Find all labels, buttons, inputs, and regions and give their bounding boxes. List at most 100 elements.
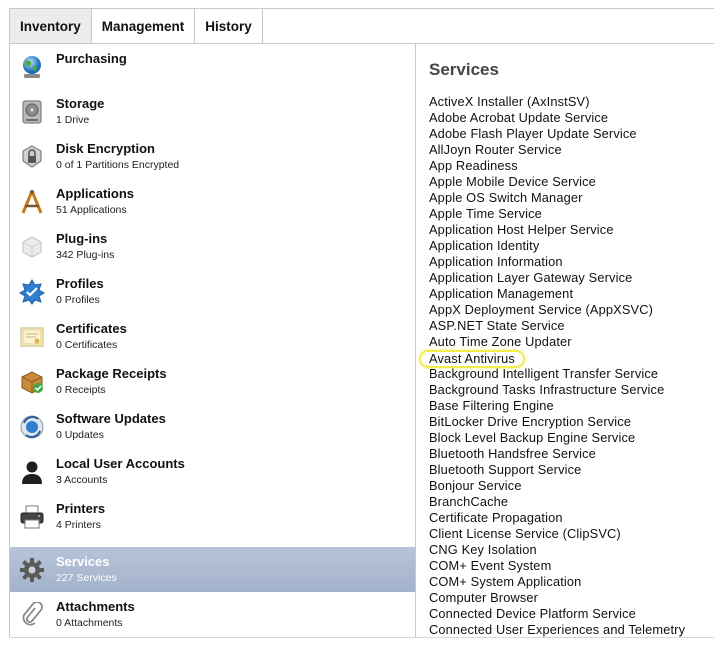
sidebar-item-subtitle: 342 Plug-ins	[56, 249, 115, 261]
sidebar-item-plug-ins[interactable]: Plug-ins 342 Plug-ins	[10, 224, 415, 269]
list-item[interactable]: Adobe Acrobat Update Service	[429, 110, 685, 126]
service-name: BitLocker Drive Encryption Service	[429, 414, 632, 429]
service-name: Base Filtering Engine	[429, 398, 554, 413]
profile-badge-icon	[19, 279, 45, 305]
list-item[interactable]: CNG Key Isolation	[429, 542, 685, 558]
service-name: Client License Service (ClipSVC)	[429, 526, 621, 541]
sidebar-item-title: Attachments	[56, 599, 135, 614]
sidebar-item-printers[interactable]: Printers 4 Printers	[10, 494, 415, 539]
sidebar-item-purchasing[interactable]: Purchasing	[10, 44, 415, 89]
list-item-highlighted[interactable]: Avast Antivirus	[419, 350, 685, 368]
inventory-sidebar: Purchasing Storage 1 Drive Disk Encrypti…	[10, 44, 416, 637]
sidebar-item-profiles[interactable]: Profiles 0 Profiles	[10, 269, 415, 314]
software-update-icon	[20, 415, 44, 439]
sidebar-item-title: Printers	[56, 501, 106, 516]
service-name: COM+ System Application	[429, 574, 582, 589]
list-item[interactable]: Background Intelligent Transfer Service	[429, 366, 685, 382]
sidebar-item-subtitle: 0 Updates	[56, 429, 104, 441]
sidebar-item-title: Certificates	[56, 321, 127, 336]
tab-inventory[interactable]: Inventory	[10, 9, 92, 43]
list-item[interactable]: Bluetooth Handsfree Service	[429, 446, 685, 462]
sidebar-item-package-receipts[interactable]: Package Receipts 0 Receipts	[10, 359, 415, 404]
page-title: Services	[429, 60, 499, 79]
service-name: Application Management	[429, 286, 574, 301]
service-name: Application Layer Gateway Service	[429, 270, 633, 285]
service-name: Block Level Backup Engine Service	[429, 430, 636, 445]
list-item[interactable]: Certificate Propagation	[429, 510, 685, 526]
service-name: Connected Device Platform Service	[429, 606, 636, 621]
service-name: Bluetooth Support Service	[429, 462, 582, 477]
service-name: App Readiness	[429, 158, 518, 173]
service-name: Apple Mobile Device Service	[429, 174, 596, 189]
list-item[interactable]: BitLocker Drive Encryption Service	[429, 414, 685, 430]
list-item[interactable]: Block Level Backup Engine Service	[429, 430, 685, 446]
list-item[interactable]: Client License Service (ClipSVC)	[429, 526, 685, 542]
sidebar-item-title: Services	[56, 554, 110, 569]
sidebar-item-subtitle: 227 Services	[56, 572, 117, 584]
service-name: COM+ Event System	[429, 558, 552, 573]
list-item[interactable]: Application Information	[429, 254, 685, 270]
list-item[interactable]: ActiveX Installer (AxInstSV)	[429, 94, 685, 110]
user-icon	[22, 461, 42, 484]
services-pane: Services ActiveX Installer (AxInstSV) Ado…	[416, 44, 714, 637]
tab-management[interactable]: Management	[92, 9, 196, 43]
lock-icon	[22, 145, 42, 168]
hard-drive-icon	[22, 100, 42, 124]
service-name: Auto Time Zone Updater	[429, 334, 572, 349]
list-item[interactable]: Application Layer Gateway Service	[429, 270, 685, 286]
sidebar-item-certificates[interactable]: Certificates 0 Certificates	[10, 314, 415, 359]
sidebar-item-software-updates[interactable]: Software Updates 0 Updates	[10, 404, 415, 449]
sidebar-item-storage[interactable]: Storage 1 Drive	[10, 89, 415, 134]
service-name: Bluetooth Handsfree Service	[429, 446, 596, 461]
list-item[interactable]: Connected User Experiences and Telemetry	[429, 622, 685, 637]
list-item[interactable]: App Readiness	[429, 158, 685, 174]
service-name: BranchCache	[429, 494, 509, 509]
list-item[interactable]: Background Tasks Infrastructure Service	[429, 382, 685, 398]
sidebar-item-title: Storage	[56, 96, 105, 111]
sidebar-item-title: Local User Accounts	[56, 456, 185, 471]
service-name: Apple OS Switch Manager	[429, 190, 583, 205]
list-item[interactable]: Connected Device Platform Service	[429, 606, 685, 622]
list-item[interactable]: Auto Time Zone Updater	[429, 334, 685, 350]
service-name: Bonjour Service	[429, 478, 522, 493]
sidebar-item-title: Software Updates	[56, 411, 166, 426]
sidebar-item-subtitle: 1 Drive	[56, 114, 90, 126]
service-name: Certificate Propagation	[429, 510, 563, 525]
sidebar-item-subtitle: 0 Attachments	[56, 617, 123, 629]
service-name: ASP.NET State Service	[429, 318, 565, 333]
list-item[interactable]: COM+ Event System	[429, 558, 685, 574]
list-item[interactable]: Application Host Helper Service	[429, 222, 685, 238]
list-item[interactable]: AllJoyn Router Service	[429, 142, 685, 158]
service-name: ActiveX Installer (AxInstSV)	[429, 94, 590, 109]
list-item[interactable]: Base Filtering Engine	[429, 398, 685, 414]
list-item[interactable]: Bonjour Service	[429, 478, 685, 494]
service-name: AllJoyn Router Service	[429, 142, 562, 157]
list-item[interactable]: Bluetooth Support Service	[429, 462, 685, 478]
list-item[interactable]: Adobe Flash Player Update Service	[429, 126, 685, 142]
list-item[interactable]: ASP.NET State Service	[429, 318, 685, 334]
service-name: Adobe Flash Player Update Service	[429, 126, 637, 141]
service-name: Background Intelligent Transfer Service	[429, 366, 659, 381]
sidebar-item-services[interactable]: Services 227 Services	[10, 547, 415, 592]
sidebar-item-attachments[interactable]: Attachments 0 Attachments	[10, 592, 415, 637]
list-item[interactable]: COM+ System Application	[429, 574, 685, 590]
list-item[interactable]: Computer Browser	[429, 590, 685, 606]
list-item[interactable]: Application Management	[429, 286, 685, 302]
list-item[interactable]: Apple Time Service	[429, 206, 685, 222]
paperclip-icon	[22, 602, 43, 626]
sidebar-item-title: Disk Encryption	[56, 141, 155, 156]
list-item[interactable]: Application Identity	[429, 238, 685, 254]
service-name: Application Information	[429, 254, 563, 269]
service-name: Application Identity	[429, 238, 540, 253]
list-item[interactable]: BranchCache	[429, 494, 685, 510]
service-name: AppX Deployment Service (AppXSVC)	[429, 302, 654, 317]
gear-icon	[20, 558, 44, 582]
sidebar-item-applications[interactable]: Applications 51 Applications	[10, 179, 415, 224]
list-item[interactable]: Apple Mobile Device Service	[429, 174, 685, 190]
list-item[interactable]: AppX Deployment Service (AppXSVC)	[429, 302, 685, 318]
tab-history[interactable]: History	[195, 9, 263, 43]
service-name: Application Host Helper Service	[429, 222, 614, 237]
sidebar-item-disk-encryption[interactable]: Disk Encryption 0 of 1 Partitions Encryp…	[10, 134, 415, 179]
sidebar-item-local-user-accounts[interactable]: Local User Accounts 3 Accounts	[10, 449, 415, 494]
list-item[interactable]: Apple OS Switch Manager	[429, 190, 685, 206]
